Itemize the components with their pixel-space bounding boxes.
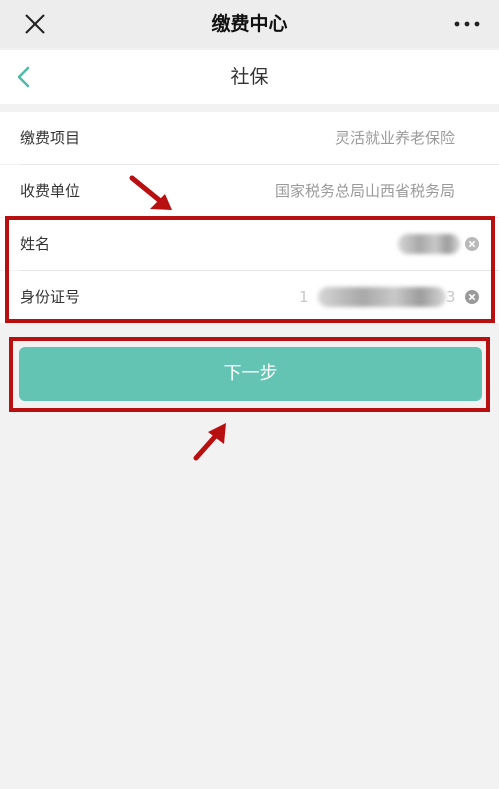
payment-item-label: 缴费项目 <box>20 129 81 147</box>
page-title: 社保 <box>230 66 269 88</box>
next-step-button[interactable]: 下一步 <box>19 347 482 401</box>
id-number-input[interactable] <box>318 287 446 307</box>
clear-id-icon[interactable] <box>465 290 479 304</box>
page-navbar: 社保 <box>0 50 499 104</box>
payment-item-value: 灵活就业养老保险 <box>334 129 455 147</box>
payment-item-row: 缴费项目 灵活就业养老保险 <box>0 112 499 164</box>
id-number-suffix: 3 <box>446 288 456 306</box>
window-topbar: 缴费中心 <box>0 0 499 48</box>
annotation-arrow-up <box>193 423 226 461</box>
name-label: 姓名 <box>20 235 51 253</box>
name-row: 姓名 <box>0 218 499 270</box>
id-number-prefix: 1 <box>299 288 309 306</box>
collecting-unit-label: 收费单位 <box>20 182 81 200</box>
collecting-unit-value: 国家税务总局山西省税务局 <box>274 182 455 200</box>
id-number-row: 身份证号 1 3 <box>0 271 499 323</box>
collecting-unit-row: 收费单位 国家税务总局山西省税务局 <box>0 165 499 217</box>
clear-name-icon[interactable] <box>465 237 479 251</box>
more-icon[interactable] <box>453 15 481 33</box>
window-title: 缴费中心 <box>211 13 288 35</box>
id-number-label: 身份证号 <box>20 288 81 306</box>
name-input[interactable] <box>398 234 460 254</box>
